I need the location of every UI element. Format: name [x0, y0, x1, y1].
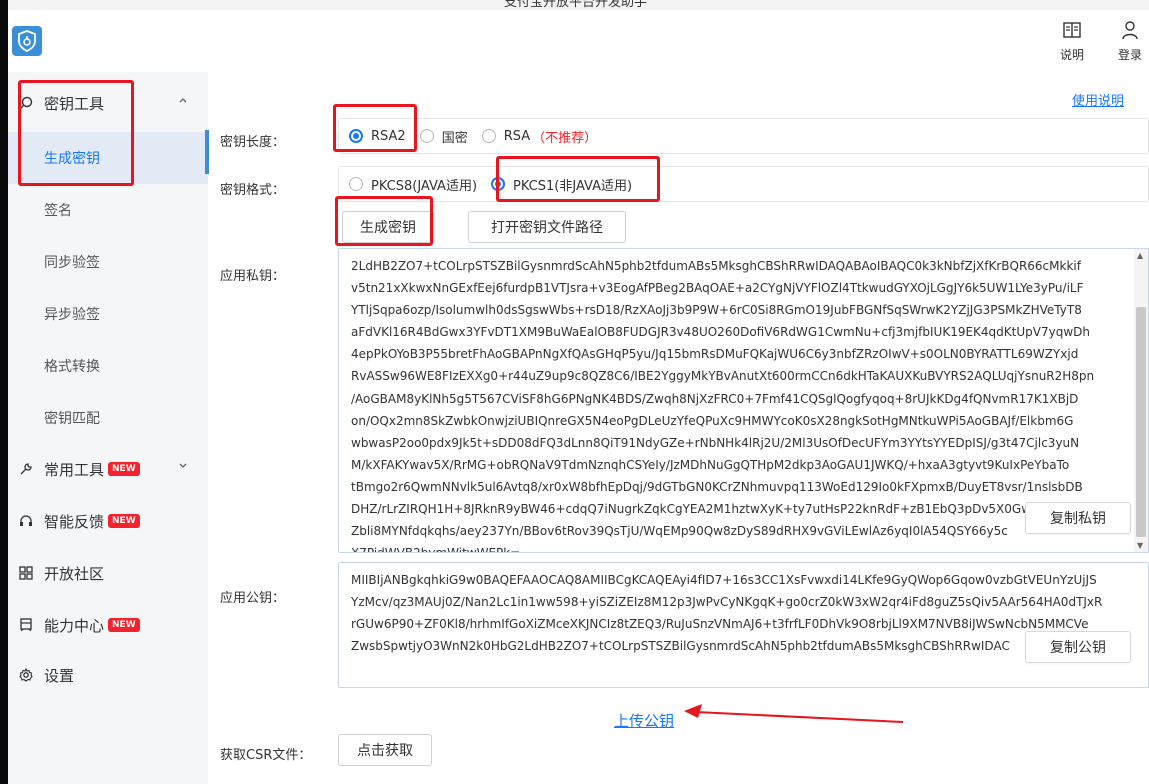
user-icon — [1122, 21, 1138, 40]
sidebar: 密钥工具 生成密钥 签名 同步验签 异步验签 格式转换 密钥匹配 常用工具 NE… — [8, 72, 208, 784]
radio-rsa[interactable]: RSA （不推荐） — [481, 127, 598, 146]
chevron-up-icon — [179, 98, 187, 103]
radio-label: PKCS8(JAVA适用) — [371, 178, 478, 194]
new-badge: NEW — [108, 462, 140, 476]
grid-icon — [18, 565, 34, 581]
scroll-up-icon[interactable]: ▲ — [1137, 251, 1143, 260]
radio-label: PKCS1(非JAVA适用) — [513, 178, 633, 194]
sidebar-item-sync-verify[interactable]: 同步验签 — [8, 236, 208, 288]
sidebar-group-label: 开放社区 — [44, 564, 105, 583]
sidebar-group-key-tools[interactable]: 密钥工具 — [8, 78, 208, 128]
sidebar-group-label: 能力中心 — [44, 616, 105, 635]
sidebar-item-generate-key[interactable]: 生成密钥 — [8, 132, 208, 184]
copy-private-key-button[interactable]: 复制私钥 — [1025, 502, 1131, 534]
open-key-path-button[interactable]: 打开密钥文件路径 — [468, 211, 626, 243]
search-icon — [18, 95, 34, 111]
usage-link[interactable]: 使用说明 — [1072, 90, 1124, 109]
copy-public-key-button[interactable]: 复制公钥 — [1025, 631, 1131, 663]
app-header: 说明 登录 — [8, 10, 1149, 72]
capability-icon — [18, 617, 34, 633]
upload-public-key-link[interactable]: 上传公钥 — [614, 710, 674, 731]
gear-icon — [18, 667, 34, 683]
radio-dot — [481, 129, 496, 143]
sidebar-group-community[interactable]: 开放社区 — [8, 548, 208, 598]
sidebar-group-feedback[interactable]: 智能反馈 NEW — [8, 496, 208, 546]
headset-icon — [18, 513, 34, 529]
window-title: 支付宝开放平台开发助手 — [504, 0, 648, 10]
radio-sm[interactable]: 国密 — [419, 127, 468, 146]
radio-label: RSA — [503, 128, 531, 144]
annotation-arrow — [684, 704, 904, 723]
sidebar-group-label: 密钥工具 — [44, 94, 105, 113]
login-button[interactable]: 登录 — [1110, 20, 1149, 63]
scrollbar[interactable]: ▲ ▼ — [1134, 249, 1148, 552]
private-key-textarea[interactable]: 2LdHB2ZO7+tCOLrpSTSZBilGysnmrdScAhN5phb2… — [338, 248, 1149, 553]
chevron-down-icon — [179, 463, 187, 468]
radio-rsa2[interactable]: RSA2 — [349, 129, 406, 144]
sidebar-group-label: 智能反馈 — [44, 512, 105, 531]
radio-dot — [491, 177, 506, 191]
help-label: 说明 — [1059, 48, 1084, 62]
csr-label: 获取CSR文件： — [220, 748, 312, 763]
not-recommended-note: （不推荐） — [532, 130, 598, 146]
new-badge: NEW — [108, 514, 140, 528]
sidebar-item-key-match[interactable]: 密钥匹配 — [8, 392, 208, 444]
sidebar-group-capability[interactable]: 能力中心 NEW — [8, 600, 208, 650]
wrench-icon — [18, 461, 34, 477]
new-badge: NEW — [108, 618, 140, 632]
radio-dot — [349, 129, 363, 143]
key-format-label: 密钥格式： — [220, 183, 286, 198]
book-icon — [1063, 22, 1081, 38]
radio-label: 国密 — [441, 130, 468, 146]
generate-key-button[interactable]: 生成密钥 — [342, 211, 434, 243]
scroll-down-icon[interactable]: ▼ — [1137, 541, 1143, 550]
radio-label: RSA2 — [371, 128, 406, 144]
sidebar-group-label: 设置 — [44, 666, 75, 685]
sidebar-item-sign[interactable]: 签名 — [8, 184, 208, 236]
private-key-text: 2LdHB2ZO7+tCOLrpSTSZBilGysnmrdScAhN5phb2… — [351, 259, 1095, 552]
help-button[interactable]: 说明 — [1052, 20, 1092, 63]
sidebar-group-settings[interactable]: 设置 — [8, 650, 208, 700]
sidebar-group-common-tools[interactable]: 常用工具 NEW — [8, 444, 208, 494]
sidebar-group-label: 常用工具 — [44, 460, 105, 479]
radio-dot — [349, 177, 363, 191]
private-key-label: 应用私钥： — [220, 269, 286, 284]
sidebar-item-async-verify[interactable]: 异步验签 — [8, 288, 208, 340]
scrollbar-thumb[interactable] — [1136, 307, 1146, 537]
main-panel: 使用说明 密钥长度： RSA2 国密 RSA （不推荐） 密钥格式： PKCS8… — [208, 72, 1149, 784]
public-key-text: MIIBIjANBgkqhkiG9w0BAQEFAAOCAQ8AMIIBCgKC… — [351, 573, 1103, 654]
key-format-options: PKCS8(JAVA适用) PKCS1(非JAVA适用) — [338, 166, 1149, 202]
login-label: 登录 — [1117, 48, 1142, 62]
radio-pkcs8[interactable]: PKCS8(JAVA适用) — [349, 175, 477, 194]
public-key-label: 应用公钥： — [220, 591, 286, 606]
radio-pkcs1[interactable]: PKCS1(非JAVA适用) — [491, 175, 632, 194]
key-length-label: 密钥长度： — [220, 135, 286, 150]
window-edge — [0, 0, 8, 784]
key-length-options: RSA2 国密 RSA （不推荐） — [338, 118, 1149, 154]
app-logo-icon — [12, 26, 42, 56]
sidebar-item-format-convert[interactable]: 格式转换 — [8, 340, 208, 392]
title-bar: 支付宝开放平台开发助手 — [0, 0, 1149, 10]
radio-dot — [419, 129, 434, 143]
public-key-textarea[interactable]: MIIBIjANBgkqhkiG9w0BAQEFAAOCAQ8AMIIBCgKC… — [338, 562, 1149, 688]
get-csr-button[interactable]: 点击获取 — [338, 734, 432, 766]
